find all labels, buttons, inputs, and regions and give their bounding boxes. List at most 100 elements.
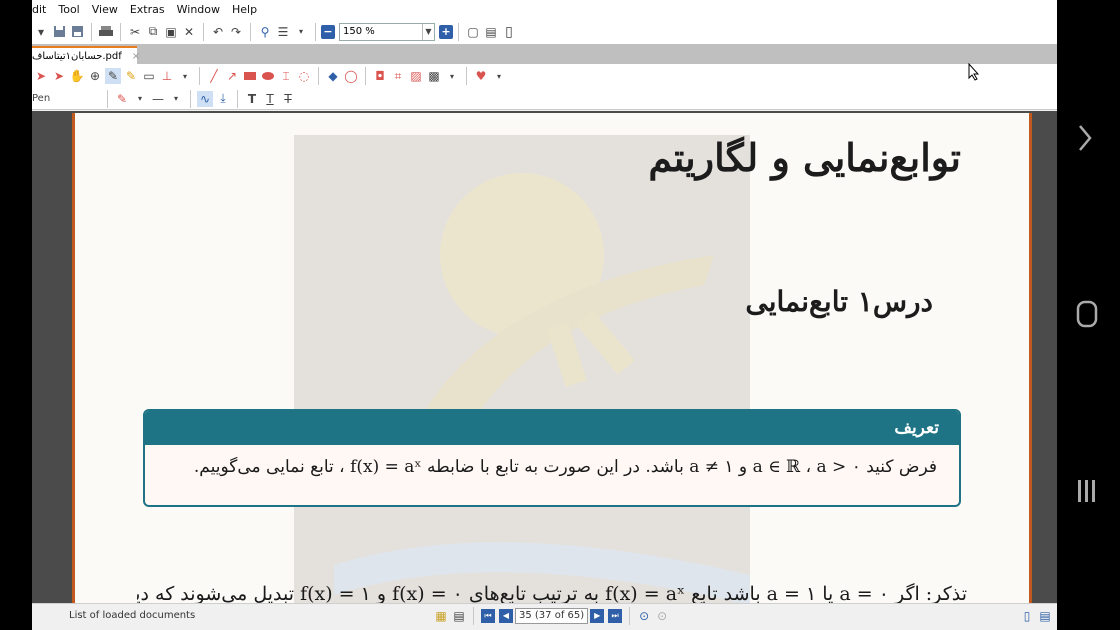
close-icon[interactable]: × [132,51,140,62]
mouse-cursor-icon [968,62,980,85]
separator [318,67,319,85]
tool-properties-bar: Pen ✎ ▾ — ▾ ∿ ⤓ T T T [32,88,1057,110]
open-documents-icon[interactable]: ▦ [433,608,449,624]
zoom-tool-icon[interactable]: ⊕ [87,68,103,84]
definition-heading: تعریف [145,411,959,445]
next-page-button[interactable]: ▶ [590,608,605,623]
redo-icon[interactable]: ↷ [228,24,244,40]
eraser-icon[interactable]: ◆ [325,68,341,84]
select-arrow-icon[interactable]: ➤ [33,68,49,84]
ruler-icon[interactable]: ▨ [408,68,424,84]
last-page-button[interactable]: ⏭ [608,608,623,623]
chevron-right-icon[interactable] [1077,124,1093,156]
select-text-icon[interactable]: ➤ [51,68,67,84]
tab-bar: حسابان۱تیتاساف.pdf × [32,44,1057,64]
text-underline-icon[interactable]: T [262,91,278,107]
pen-color-icon[interactable]: ✎ [114,91,130,107]
first-page-button[interactable]: ⏮ [481,608,495,623]
chevron-down-icon[interactable]: ▾ [132,91,148,107]
separator [190,89,191,108]
line-icon[interactable]: ╱ [206,68,222,84]
chevron-down-icon[interactable]: ▾ [491,68,507,84]
zoom-out-button[interactable]: − [321,24,335,39]
page-number-input[interactable]: 35 (37 of 65) [515,607,589,624]
line-width-icon[interactable]: — [150,91,166,107]
single-page-view-icon[interactable]: ▯ [1019,608,1035,624]
separator [629,606,631,625]
pdf-page: توابع‌نمایی و لگاریتم درس۱ تابع‌نمایی تع… [72,113,1032,613]
separator [199,67,200,85]
chevron-down-icon[interactable]: ▾ [444,68,460,84]
watermark-logo [294,135,750,613]
chevron-down-icon[interactable]: ▾ [168,91,184,107]
fit-width-icon[interactable]: ▤ [483,24,499,40]
text-icon[interactable]: T [244,91,260,107]
arrow-icon[interactable]: ↗ [224,68,240,84]
tab-title: حسابان۱تیتاساف.pdf [32,50,122,62]
definition-text: فرض کنید a ∈ ℝ ، a > ۰ و a ≠ ۱ باشد. در … [193,457,937,477]
separator [203,22,204,41]
highlighter-icon[interactable]: ✎ [123,68,139,84]
search-options-icon[interactable]: ☰ [275,24,291,40]
separator [120,22,121,41]
menu-help[interactable]: Help [232,3,257,16]
text-strike-icon[interactable]: T [280,91,296,107]
hand-icon[interactable]: ✋ [69,68,85,84]
android-nav-bar [1057,0,1120,630]
find-icon[interactable]: ⚲ [257,24,273,40]
chevron-down-icon[interactable]: ▾ [33,24,49,40]
continuous-view-icon[interactable]: ▤ [1037,608,1053,624]
delete-icon[interactable]: ✕ [181,24,197,40]
print-icon[interactable] [98,24,114,40]
chevron-down-icon[interactable]: ▾ [293,24,309,40]
favorite-heart-icon[interactable]: ♥ [473,68,489,84]
document-tab[interactable]: حسابان۱تیتاساف.pdf × [32,46,140,64]
separator [237,89,238,108]
menu-view[interactable]: View [92,3,118,16]
snapshot-icon[interactable]: ◘ [372,68,388,84]
back-icon[interactable]: ⊙ [636,608,652,624]
document-viewport[interactable]: توابع‌نمایی و لگاریتم درس۱ تابع‌نمایی تع… [32,111,1057,613]
fit-page-icon[interactable]: ▢ [465,24,481,40]
zoom-in-button[interactable]: + [439,24,453,39]
measure-icon[interactable]: ⌶ [278,68,294,84]
annotation-toolbar: ➤ ➤ ✋ ⊕ ✎ ✎ ▭ ⊥ ▾ ╱ ↗ ⌶ ◌ ◆ ◯ ◘ ⌗ ▨ ▩ ▾ … [32,64,1057,88]
undo-icon[interactable]: ↶ [210,24,226,40]
smooth-line-icon[interactable]: ∿ [197,90,213,107]
ellipse-icon[interactable] [260,68,276,84]
rectangle-icon[interactable] [242,68,258,84]
copy-icon[interactable]: ⧉ [145,24,161,40]
pressure-icon[interactable]: ⤓ [215,91,231,107]
separator [315,22,316,41]
stamp-icon[interactable]: ⊥ [159,68,175,84]
lasso-icon[interactable]: ◌ [296,68,312,84]
recents-button-icon[interactable] [1076,478,1098,508]
note-text: تذکر: اگر a = ۰ یا a = ۱ باشد تابع f(x) … [137,583,967,605]
separator [107,89,108,108]
save-as-icon[interactable] [69,24,85,40]
main-toolbar: ▾ ✂ ⧉ ▣ ✕ ↶ ↷ ⚲ ☰ ▾ − 150 % ▼ + ▢ ▤ ▯ [32,19,1057,44]
crop-icon[interactable]: ⌗ [390,68,406,84]
save-icon[interactable] [51,24,67,40]
text-box-icon[interactable]: ▭ [141,68,157,84]
zoom-input[interactable]: 150 % ▼ [339,22,435,41]
paste-icon[interactable]: ▣ [163,24,179,40]
menu-window[interactable]: Window [177,3,220,16]
fullscreen-icon[interactable]: ▯ [501,24,517,40]
document-list-icon[interactable]: ▤ [451,608,467,624]
cut-icon[interactable]: ✂ [127,24,143,40]
image-icon[interactable]: ▩ [426,68,442,84]
menu-edit[interactable]: dit [32,3,46,16]
home-button-icon[interactable] [1076,300,1098,332]
separator [473,606,474,625]
loaded-docs-label[interactable]: List of loaded documents [69,610,432,621]
chevron-down-icon[interactable]: ▾ [177,68,193,84]
prev-page-button[interactable]: ◀ [499,608,513,623]
menu-extras[interactable]: Extras [130,3,165,16]
pen-icon[interactable]: ✎ [105,68,121,84]
menu-tool[interactable]: Tool [58,3,79,16]
forward-icon[interactable]: ⊙ [654,608,670,624]
separator [250,22,251,41]
chevron-down-icon[interactable]: ▼ [422,23,434,40]
eraser-lasso-icon[interactable]: ◯ [343,68,359,84]
